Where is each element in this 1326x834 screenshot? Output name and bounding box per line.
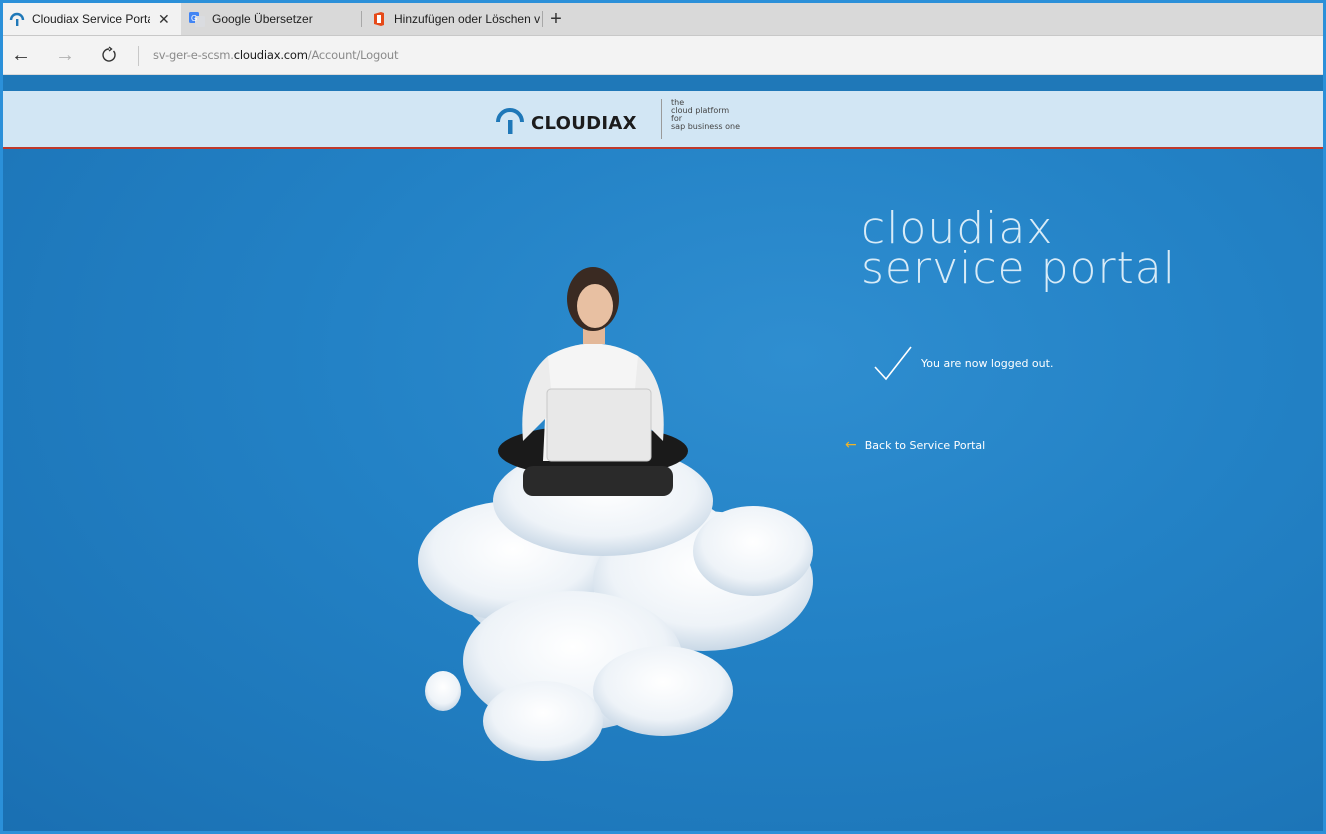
woman-on-cloud-illustration [418, 267, 813, 761]
page-title: cloudiax service portal [861, 207, 1176, 294]
cloudiax-favicon-icon [9, 11, 25, 27]
page-top-strip [3, 75, 1323, 91]
back-link-label: Back to Service Portal [864, 438, 986, 452]
tab-separator [361, 11, 362, 27]
new-tab-button[interactable]: + [544, 3, 568, 35]
tab-cloudiax-service-portal[interactable]: Cloudiax Service Portal ✕ [3, 3, 181, 35]
address-separator [138, 46, 139, 66]
url-host: cloudiax.com [233, 48, 308, 62]
title-line: service portal [861, 243, 1176, 294]
logo-divider [661, 99, 662, 139]
cloudiax-logo-icon [495, 108, 525, 139]
tab-office[interactable]: Hinzufügen oder Löschen v [365, 3, 540, 35]
svg-text:G: G [191, 14, 197, 23]
brand-name: CLOUDIAX [531, 113, 637, 134]
office-favicon-icon [371, 11, 387, 27]
arrow-left-icon: ← [845, 437, 857, 453]
back-to-service-portal-link[interactable]: ← Back to Service Portal [845, 437, 985, 453]
checkmark-icon [874, 346, 912, 381]
refresh-icon[interactable] [95, 41, 123, 69]
tab-title: Cloudiax Service Portal [32, 12, 150, 26]
url-path: /Account/Logout [307, 48, 399, 62]
tab-title: Hinzufügen oder Löschen v [394, 12, 540, 26]
forward-arrow-icon[interactable]: → [51, 41, 79, 69]
google-translate-favicon-icon: G [189, 11, 205, 27]
status-message: You are now logged out. [921, 356, 1054, 370]
tagline-line: sap business one [671, 122, 740, 131]
tab-google-translate[interactable]: G Google Übersetzer [183, 3, 353, 35]
close-tab-icon[interactable]: ✕ [158, 11, 170, 28]
logout-status: You are now logged out. [873, 345, 1053, 381]
tab-title: Google Übersetzer [212, 12, 313, 26]
url-prefix: sv-ger-e-scsm. [153, 48, 234, 62]
url-field[interactable]: sv-ger-e-scsm.cloudiax.com/Account/Logou… [153, 48, 399, 62]
browser-window: Cloudiax Service Portal ✕ G Google Übers… [0, 0, 1326, 834]
address-bar: ← → sv-ger-e-scsm.cloudiax.com/Account/L… [3, 36, 1323, 75]
back-arrow-icon[interactable]: ← [7, 41, 35, 69]
tagline: the cloud platform for sap business one [671, 99, 740, 131]
tab-separator [542, 11, 543, 27]
cloudiax-logo[interactable]: CLOUDIAX [495, 108, 637, 139]
hero-section: cloudiax service portal You are now logg… [3, 149, 1323, 831]
tab-bar: Cloudiax Service Portal ✕ G Google Übers… [3, 3, 1323, 36]
site-header: CLOUDIAX the cloud platform for sap busi… [3, 91, 1323, 149]
